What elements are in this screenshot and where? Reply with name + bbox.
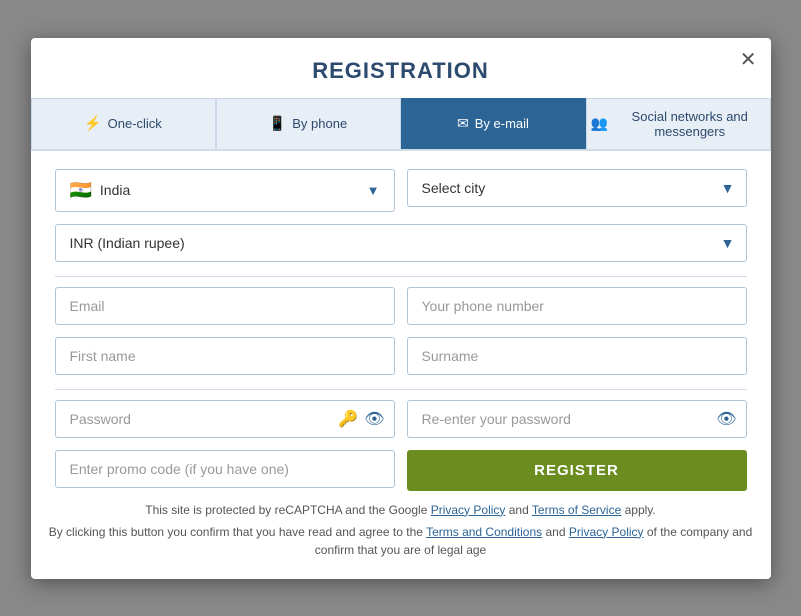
reenter-password-input[interactable] (407, 400, 747, 438)
lightning-icon: ⚡ (84, 115, 101, 132)
currency-select[interactable]: INR (Indian rupee) (55, 224, 747, 262)
tab-social[interactable]: 👥 Social networks and messengers (586, 98, 771, 149)
tab-by-phone-label: By phone (292, 116, 347, 131)
password-row: 🔑 👁 👁 (55, 400, 747, 438)
country-group: 🇮🇳 India ▼ (55, 169, 395, 212)
surname-group (407, 337, 747, 375)
country-dropdown-arrow: ▼ (367, 183, 380, 198)
email-group (55, 287, 395, 325)
recaptcha-text: This site is protected by reCAPTCHA and … (31, 503, 771, 517)
tab-by-phone[interactable]: 📱 By phone (216, 98, 401, 149)
tabs-container: ⚡ One-click 📱 By phone ✉ By e-mail 👥 Soc… (31, 98, 771, 151)
show-reenter-password-icon[interactable]: 👁 (716, 409, 736, 429)
registration-modal: ✕ REGISTRATION ⚡ One-click 📱 By phone ✉ … (31, 38, 771, 579)
currency-select-wrapper: INR (Indian rupee) ▼ (55, 224, 747, 262)
country-flag: 🇮🇳 (70, 180, 92, 201)
promo-group (55, 450, 395, 491)
phone-group (407, 287, 747, 325)
password-icons: 🔑 👁 (338, 409, 384, 429)
promo-input[interactable] (55, 450, 395, 488)
register-button[interactable]: REGISTER (407, 450, 747, 491)
show-password-icon[interactable]: 👁 (364, 409, 384, 429)
email-input[interactable] (55, 287, 395, 325)
phone-icon: 📱 (269, 115, 286, 132)
close-button[interactable]: ✕ (740, 50, 757, 70)
tab-one-click[interactable]: ⚡ One-click (31, 98, 216, 149)
name-row (55, 337, 747, 375)
city-select-wrapper: Select city ▼ (407, 169, 747, 207)
register-group: REGISTER (407, 450, 747, 491)
terms-conditions-link[interactable]: Terms and Conditions (426, 525, 542, 539)
country-city-row: 🇮🇳 India ▼ Select city ▼ (55, 169, 747, 212)
reenter-password-group: 👁 (407, 400, 747, 438)
terms-text: By clicking this button you confirm that… (31, 523, 771, 559)
currency-row: INR (Indian rupee) ▼ (55, 224, 747, 262)
surname-input[interactable] (407, 337, 747, 375)
phone-input[interactable] (407, 287, 747, 325)
promo-register-row: REGISTER (55, 450, 747, 491)
email-phone-row (55, 287, 747, 325)
social-icon: 👥 (591, 115, 608, 132)
privacy-policy-link[interactable]: Privacy Policy (431, 503, 506, 517)
firstname-input[interactable] (55, 337, 395, 375)
privacy-policy2-link[interactable]: Privacy Policy (569, 525, 644, 539)
terms-service-link[interactable]: Terms of Service (532, 503, 621, 517)
key-icon: 🔑 (338, 409, 358, 429)
tab-one-click-label: One-click (108, 116, 162, 131)
tab-by-email-label: By e-mail (475, 116, 529, 131)
tab-social-label: Social networks and messengers (614, 109, 766, 139)
country-label: India (100, 182, 359, 198)
password-group: 🔑 👁 (55, 400, 395, 438)
firstname-group (55, 337, 395, 375)
form-area: 🇮🇳 India ▼ Select city ▼ INR (I (31, 169, 771, 491)
tab-by-email[interactable]: ✉ By e-mail (401, 98, 586, 149)
city-group: Select city ▼ (407, 169, 747, 212)
email-icon: ✉ (457, 115, 469, 132)
city-select[interactable]: Select city (407, 169, 747, 207)
modal-title: REGISTRATION (31, 38, 771, 98)
divider-1 (55, 276, 747, 277)
country-selector[interactable]: 🇮🇳 India ▼ (55, 169, 395, 212)
currency-group: INR (Indian rupee) ▼ (55, 224, 747, 262)
reenter-password-icons: 👁 (716, 409, 736, 429)
divider-2 (55, 389, 747, 390)
